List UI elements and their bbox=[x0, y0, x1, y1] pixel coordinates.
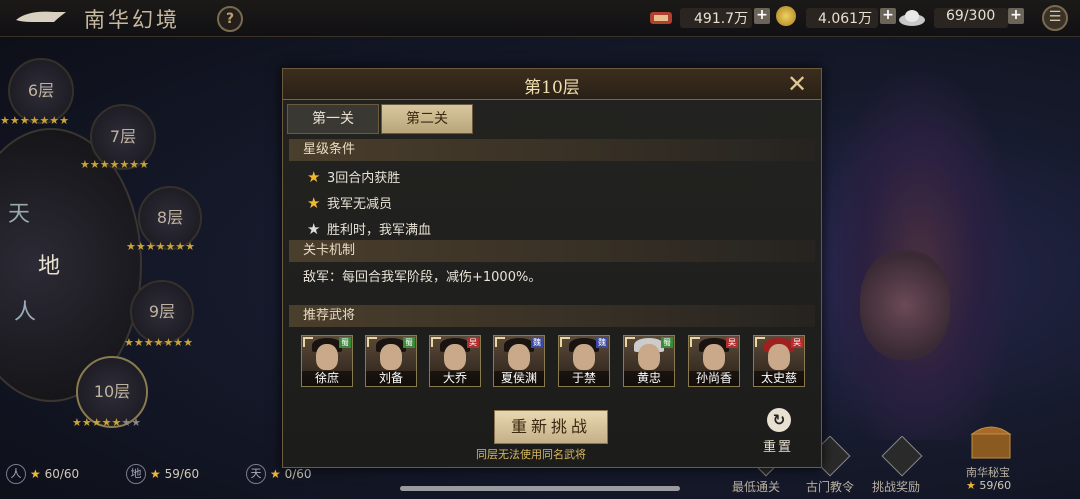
floor-node-9[interactable]: 9层 bbox=[130, 280, 194, 344]
earth-realm-stars: ★ 59/60 bbox=[150, 467, 200, 481]
silver-star-icon: ★ bbox=[307, 220, 321, 238]
human-realm-icon: 人 bbox=[6, 464, 26, 484]
back-arrow-icon[interactable] bbox=[14, 8, 68, 28]
human-realm-stars: ★ 60/60 bbox=[30, 467, 80, 481]
floor-8-stars: ★★★★★★★ bbox=[126, 240, 196, 253]
scroll-resource-icon bbox=[650, 12, 672, 24]
hero-card[interactable]: 吴大乔 bbox=[429, 335, 481, 387]
challenge-reward-icon[interactable] bbox=[880, 436, 924, 478]
heaven-realm-icon: 天 bbox=[246, 464, 266, 484]
condition-3: ★ 胜利时，我军满血 bbox=[307, 220, 432, 238]
close-icon[interactable]: ✕ bbox=[785, 72, 809, 96]
floor-6-stars: ★★★★★★★ bbox=[0, 114, 70, 127]
dialog-header: 第10层 ✕ bbox=[283, 69, 821, 100]
hero-card[interactable]: 吴孙尚香 bbox=[688, 335, 740, 387]
heaven-realm-stars: ★ 0/60 bbox=[270, 467, 312, 481]
home-indicator bbox=[400, 486, 680, 491]
restart-challenge-button[interactable]: 重新挑战 bbox=[494, 410, 608, 444]
treasure-chest-icon[interactable] bbox=[966, 422, 1016, 462]
hero-card[interactable]: 蜀徐庶 bbox=[301, 335, 353, 387]
gold-star-icon: ★ bbox=[307, 194, 321, 212]
floor-7-stars: ★★★★★★★ bbox=[80, 158, 150, 171]
silver-ingot-icon bbox=[899, 10, 925, 26]
reset-icon[interactable]: ↻ bbox=[767, 408, 791, 432]
hero-artwork bbox=[820, 60, 1020, 440]
reset-button[interactable]: 重置 bbox=[763, 436, 793, 455]
earth-realm-icon: 地 bbox=[126, 464, 146, 484]
ancient-gate-order-label[interactable]: 古门教令 bbox=[806, 478, 854, 495]
hero-card[interactable]: 魏于禁 bbox=[558, 335, 610, 387]
recommended-heroes-list: 蜀徐庶 蜀刘备 吴大乔 魏夏侯渊 魏于禁 蜀黄忠 吴孙尚香 吴太史慈 bbox=[301, 335, 811, 391]
stage-mechanics-text: 敌军：每回合我军阶段，减伤+1000%。 bbox=[303, 270, 542, 285]
help-button[interactable]: ? bbox=[217, 6, 243, 32]
floor-10-stars: ★★★★★★★ bbox=[72, 416, 142, 429]
stage-mechanics-header: 关卡机制 bbox=[289, 240, 815, 262]
add-stamina-button[interactable]: + bbox=[1008, 8, 1024, 24]
wheel-segment-human[interactable]: 人 bbox=[14, 294, 36, 326]
hero-card[interactable]: 蜀刘备 bbox=[365, 335, 417, 387]
page-title: 南华幻境 bbox=[84, 8, 180, 32]
recommended-heroes-header: 推荐武将 bbox=[289, 305, 815, 327]
star-conditions-header: 星级条件 bbox=[289, 139, 815, 161]
hero-card[interactable]: 魏夏侯渊 bbox=[493, 335, 545, 387]
wheel-segment-heaven[interactable]: 天 bbox=[8, 196, 30, 228]
add-resource-1-button[interactable]: + bbox=[754, 8, 770, 24]
coin-icon bbox=[776, 6, 796, 26]
top-bar: 南华幻境 ? 491.7万 + 4.061万 + 69/300 + ☰ bbox=[0, 0, 1080, 37]
mascot-artwork bbox=[860, 250, 950, 360]
tab-stage-2[interactable]: 第二关 bbox=[381, 104, 473, 134]
floor-9-stars: ★★★★★★★ bbox=[124, 336, 194, 349]
menu-icon[interactable]: ☰ bbox=[1042, 5, 1068, 31]
resource-1-value: 491.7万 bbox=[694, 11, 749, 27]
tab-stage-1[interactable]: 第一关 bbox=[287, 104, 379, 134]
resource-2-value: 4.061万 bbox=[818, 11, 873, 27]
floor-detail-dialog: 第10层 ✕ 第一关 第二关 星级条件 ★ 3回合内获胜 ★ 我军无减员 ★ 胜利时，… bbox=[282, 68, 822, 468]
stamina-value: 69/300 bbox=[946, 8, 996, 24]
treasure-count: ★ 59/60 bbox=[966, 479, 1012, 492]
add-resource-2-button[interactable]: + bbox=[880, 8, 896, 24]
wheel-segment-earth[interactable]: 地 bbox=[38, 248, 60, 280]
condition-2: ★ 我军无减员 bbox=[307, 194, 393, 212]
lowest-clear-label[interactable]: 最低通关 bbox=[732, 478, 780, 495]
condition-1: ★ 3回合内获胜 bbox=[307, 168, 401, 186]
dialog-title: 第10层 bbox=[524, 78, 580, 98]
hero-card[interactable]: 蜀黄忠 bbox=[623, 335, 675, 387]
gold-star-icon: ★ bbox=[307, 168, 321, 186]
restart-note: 同层无法使用同名武将 bbox=[476, 448, 586, 461]
challenge-reward-label[interactable]: 挑战奖励 bbox=[872, 478, 920, 495]
hero-card[interactable]: 吴太史慈 bbox=[753, 335, 805, 387]
treasure-label[interactable]: 南华秘宝 bbox=[966, 464, 1010, 480]
